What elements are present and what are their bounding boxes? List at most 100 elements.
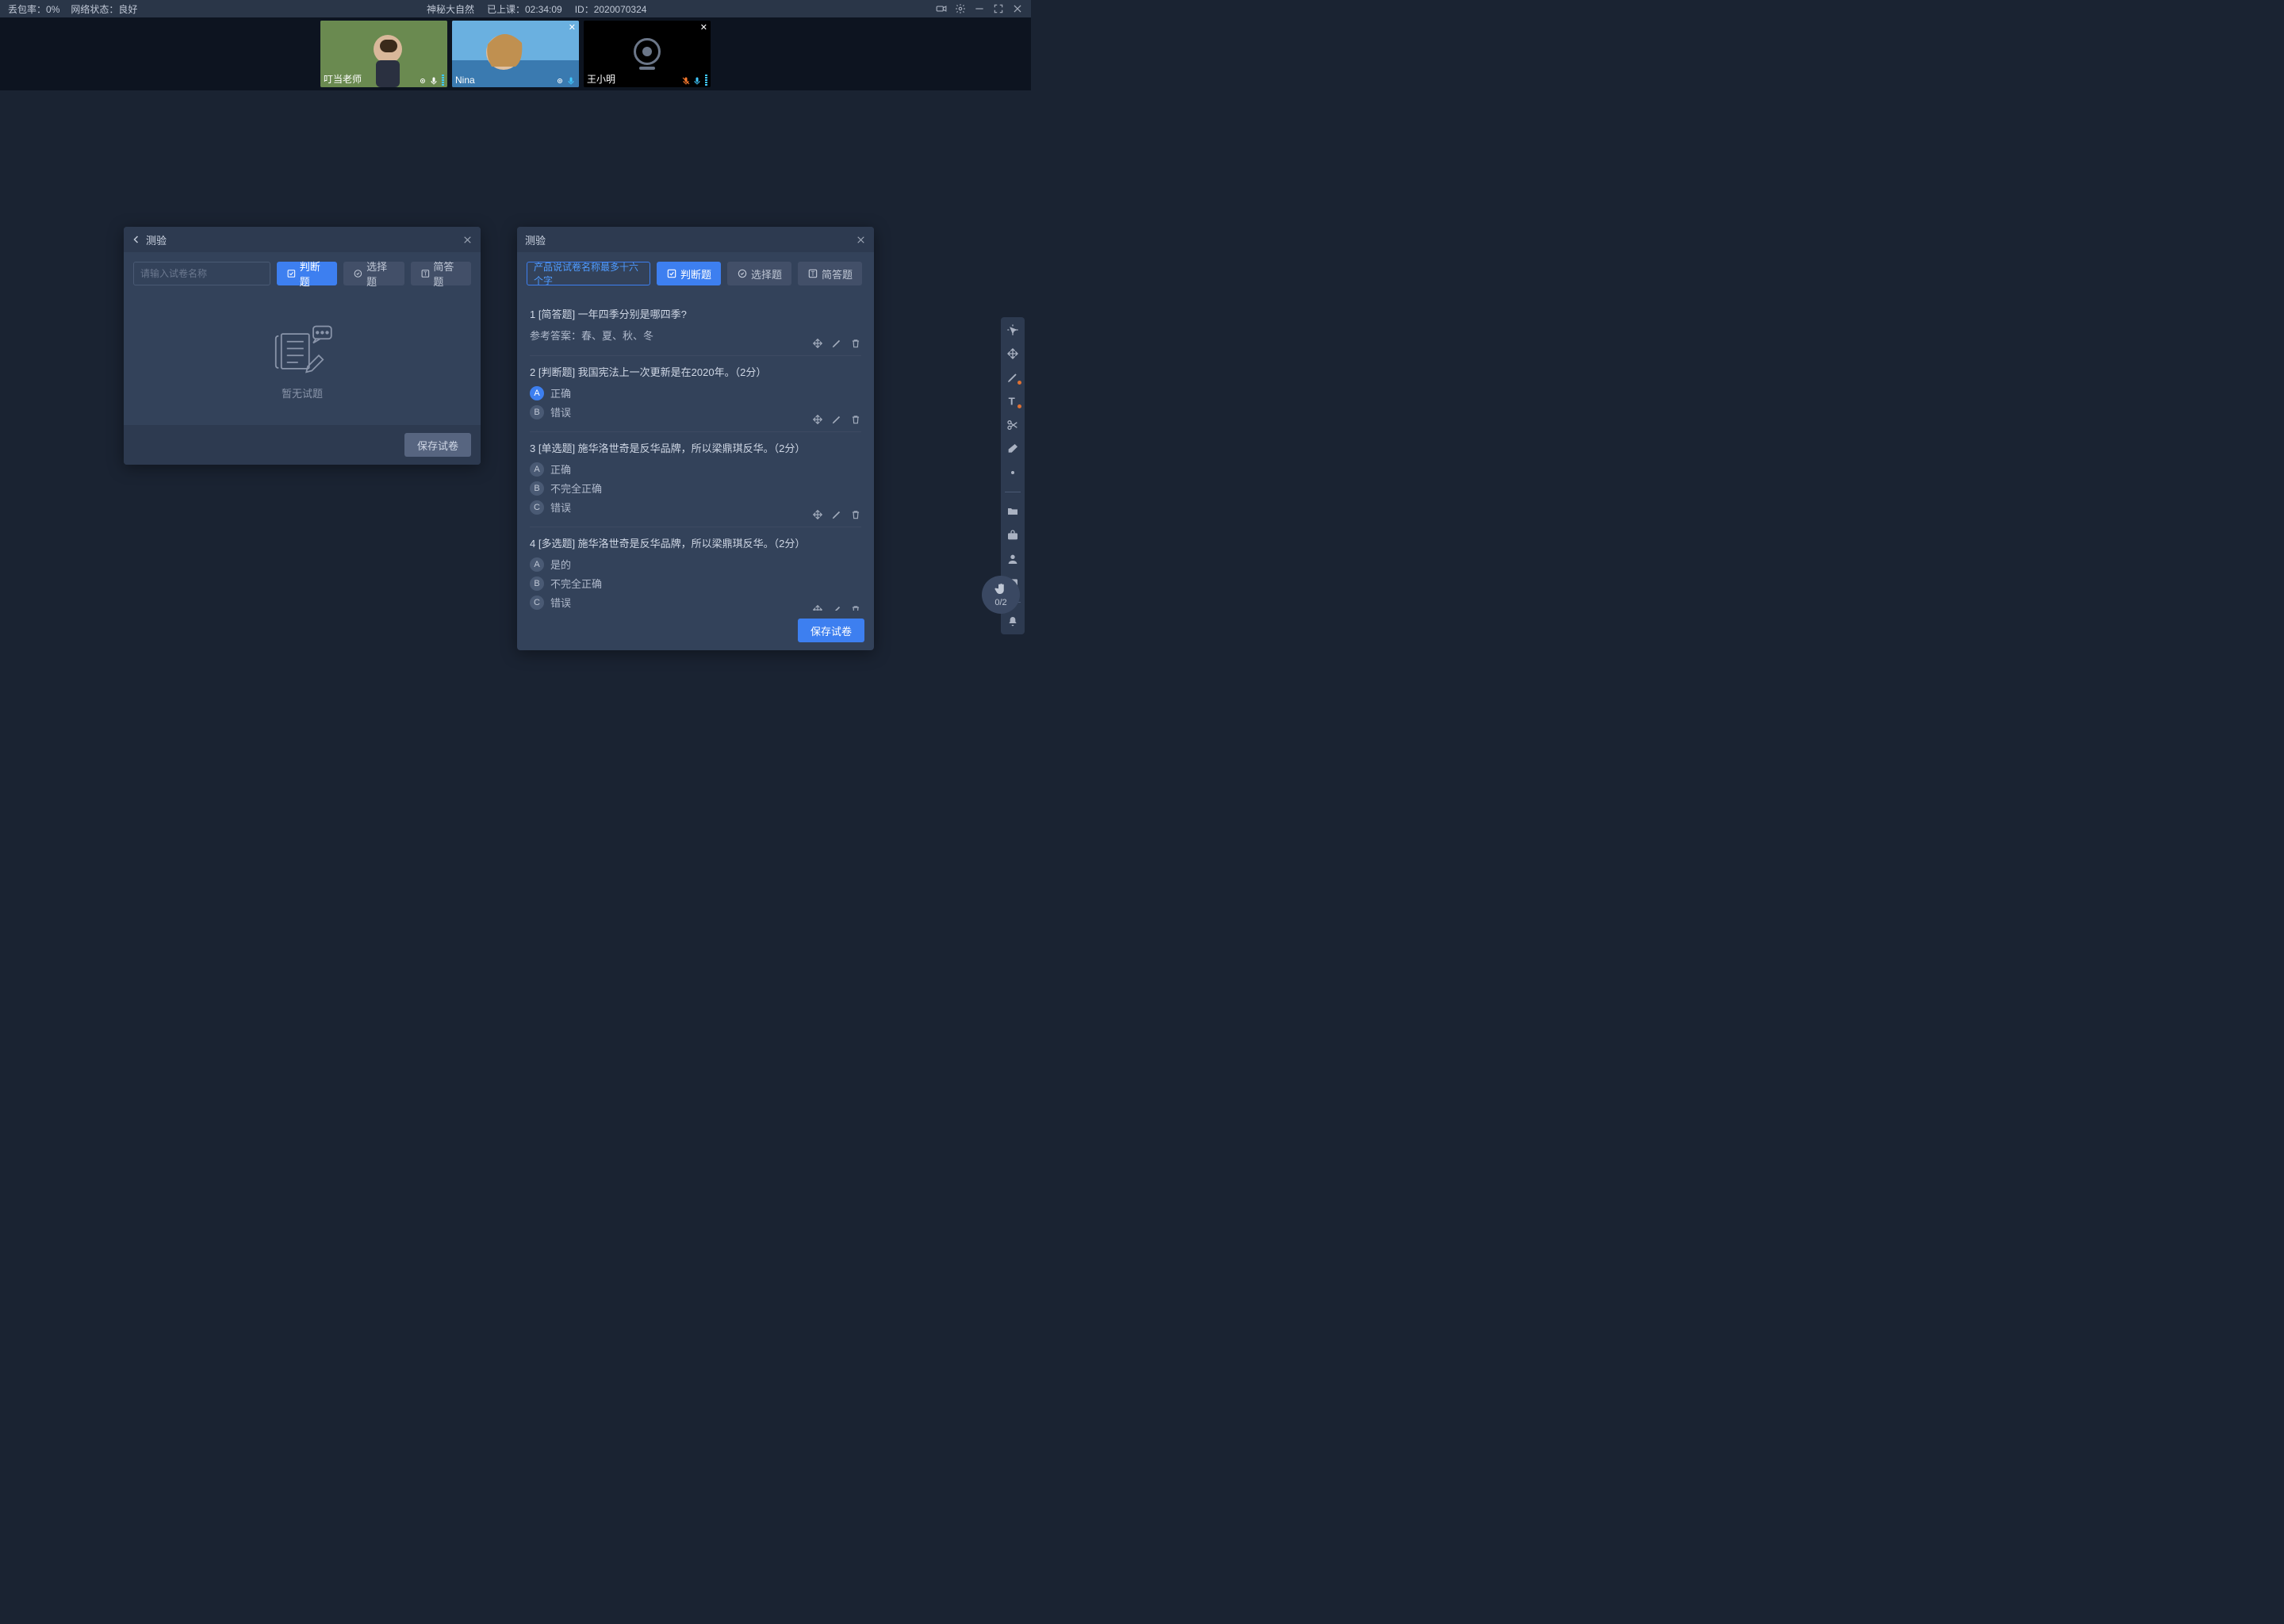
brightness-icon[interactable] (1006, 466, 1019, 479)
delete-icon[interactable] (850, 338, 861, 349)
drag-icon[interactable] (812, 338, 823, 349)
question-option[interactable]: A 正确 (530, 385, 861, 400)
main-area: 测验 判断题 选择题 T 简答题 (0, 90, 1031, 733)
option-letter: C (530, 596, 544, 610)
option-text: 错误 (550, 500, 571, 515)
option-letter: A (530, 386, 544, 400)
bell-icon[interactable] (1006, 615, 1019, 628)
paper-name-input[interactable]: 产品说试卷名称最多十六个字 (527, 262, 650, 285)
question-item: 4 [多选题] 施华洛世奇是反华品牌，所以梁鼎琪反华。（2分） A 是的 B 不… (530, 527, 861, 611)
topbar: 丢包率：0% 网络状态：良好 神秘大自然 已上课：02:34:09 ID：202… (0, 0, 1031, 17)
edit-icon[interactable] (831, 604, 842, 611)
text-tool-icon[interactable]: T (1006, 395, 1019, 408)
save-button[interactable]: 保存试卷 (404, 433, 471, 457)
panel-title: 测验 (146, 232, 462, 247)
question-title: 3 [单选题] 施华洛世奇是反华品牌，所以梁鼎琪反华。（2分） (530, 440, 861, 455)
judge-icon (286, 268, 297, 279)
quiz-panel-empty: 测验 判断题 选择题 T 简答题 (124, 227, 481, 465)
camera-icon[interactable] (936, 3, 947, 14)
tab-short-answer[interactable]: T 简答题 (798, 262, 862, 285)
question-option[interactable]: A 是的 (530, 557, 861, 572)
panel-title: 测验 (525, 232, 856, 247)
camera-off-icon (634, 38, 661, 65)
delete-icon[interactable] (850, 414, 861, 425)
option-text: 正确 (550, 462, 571, 477)
delete-icon[interactable] (850, 604, 861, 611)
folder-icon[interactable] (1006, 505, 1019, 518)
course-name: 神秘大自然 (427, 2, 474, 16)
video-name: Nina (455, 75, 475, 86)
choice-icon (353, 268, 363, 279)
tab-choice[interactable]: 选择题 (727, 262, 791, 285)
option-letter: A (530, 462, 544, 477)
judge-icon (666, 268, 677, 279)
video-row: 叮当老师 ✕ Nina ✕ 王小明 (0, 17, 1031, 90)
option-text: 不完全正确 (550, 576, 602, 591)
video-tile-student1[interactable]: ✕ Nina (452, 21, 579, 87)
tab-judge[interactable]: 判断题 (657, 262, 721, 285)
edit-icon[interactable] (831, 509, 842, 520)
question-option[interactable]: B 不完全正确 (530, 576, 861, 591)
minimize-icon[interactable] (974, 3, 985, 14)
text-icon: T (807, 268, 818, 279)
drag-icon[interactable] (812, 604, 823, 611)
question-item: 1 [简答题] 一年四季分别是哪四季?参考答案：春、夏、秋、冬 (530, 298, 861, 356)
close-icon[interactable]: ✕ (569, 22, 576, 33)
elapsed: 已上课：02:34:09 (487, 2, 562, 16)
cursor-click-icon[interactable] (1006, 324, 1019, 336)
question-actions (812, 509, 861, 520)
option-text: 不完全正确 (550, 481, 602, 496)
mic-icon (692, 76, 702, 86)
packet-loss: 丢包率：0% (8, 2, 59, 16)
volume-bars (705, 75, 707, 86)
svg-text:T: T (423, 270, 427, 278)
drag-icon[interactable] (812, 414, 823, 425)
mic-icon (566, 76, 576, 86)
close-icon[interactable]: ✕ (700, 22, 707, 33)
svg-text:T: T (811, 270, 815, 278)
option-letter: A (530, 557, 544, 572)
scissors-icon[interactable] (1006, 419, 1019, 431)
gear-icon[interactable] (955, 3, 966, 14)
svg-text:T: T (1009, 396, 1015, 408)
raise-hand-badge[interactable]: 0/2 (982, 576, 1020, 614)
volume-bars (442, 75, 444, 86)
hand-count: 0/2 (994, 598, 1006, 607)
question-option[interactable]: B 不完全正确 (530, 481, 861, 496)
mic-muted-icon (681, 76, 691, 86)
move-icon[interactable] (1006, 347, 1019, 360)
option-text: 正确 (550, 385, 571, 400)
video-tile-teacher[interactable]: 叮当老师 (320, 21, 447, 87)
question-title: 2 [判断题] 我国宪法上一次更新是在2020年。（2分） (530, 364, 861, 379)
option-letter: B (530, 405, 544, 419)
back-icon[interactable] (132, 235, 141, 244)
edit-icon[interactable] (831, 414, 842, 425)
edit-icon[interactable] (831, 338, 842, 349)
network-status: 网络状态：良好 (71, 2, 137, 16)
close-icon[interactable] (462, 235, 473, 245)
fullscreen-icon[interactable] (993, 3, 1004, 14)
option-letter: B (530, 481, 544, 496)
close-icon[interactable] (856, 235, 866, 245)
drag-icon[interactable] (812, 509, 823, 520)
eraser-icon[interactable] (1006, 442, 1019, 455)
question-actions (812, 414, 861, 425)
pen-icon[interactable] (1006, 371, 1019, 384)
option-text: 是的 (550, 557, 571, 572)
tab-short-answer[interactable]: T 简答题 (411, 262, 471, 285)
user-icon[interactable] (1006, 553, 1019, 565)
close-icon[interactable] (1012, 3, 1023, 14)
option-text: 错误 (550, 404, 571, 419)
save-button[interactable]: 保存试卷 (798, 619, 864, 642)
empty-state: 暂无试题 (136, 298, 468, 425)
empty-icon (266, 324, 338, 379)
paper-name-input[interactable] (133, 262, 270, 285)
tab-judge[interactable]: 判断题 (277, 262, 337, 285)
delete-icon[interactable] (850, 509, 861, 520)
tab-choice[interactable]: 选择题 (343, 262, 404, 285)
toolbox-icon[interactable] (1006, 529, 1019, 542)
video-tile-student2[interactable]: ✕ 王小明 (584, 21, 711, 87)
option-letter: B (530, 576, 544, 591)
hand-icon (994, 582, 1008, 596)
question-option[interactable]: A 正确 (530, 462, 861, 477)
